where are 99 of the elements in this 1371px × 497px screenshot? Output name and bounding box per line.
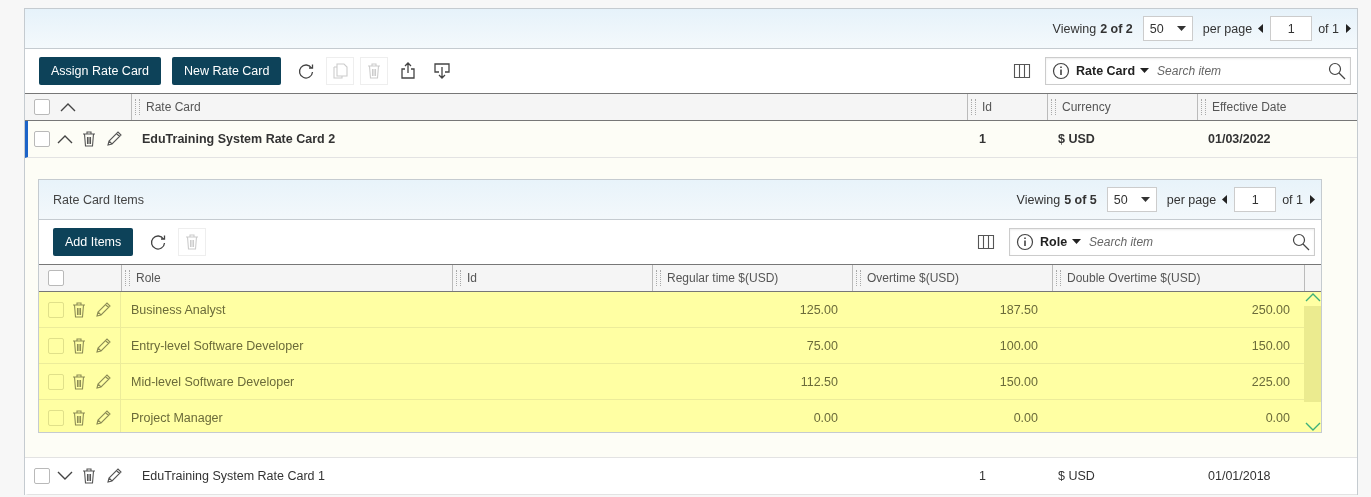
caret-icon — [1140, 196, 1150, 203]
trash-icon[interactable] — [70, 336, 88, 355]
info-icon — [1016, 233, 1034, 251]
row-checkbox[interactable] — [48, 373, 64, 390]
trash-icon[interactable] — [80, 130, 98, 148]
column-header[interactable]: Role — [121, 265, 452, 291]
table-cell-text: 250.00 — [1250, 302, 1291, 317]
collapse-icon[interactable] — [57, 134, 73, 144]
trash-icon[interactable] — [70, 372, 88, 391]
column-header[interactable]: Regular time $(USD) — [652, 265, 852, 291]
table-cell-text: EduTraining System Rate Card 1 — [141, 469, 326, 483]
info-icon — [1052, 62, 1070, 80]
pencil-icon[interactable] — [94, 372, 112, 391]
collapse-all-icon[interactable] — [60, 102, 76, 112]
trash-icon[interactable] — [70, 300, 88, 319]
search-icon[interactable] — [1328, 62, 1346, 80]
table-cell-text: 112.50 — [799, 374, 839, 389]
pencil-icon[interactable] — [105, 467, 123, 485]
table-cell-text: 75.00 — [805, 338, 839, 353]
toolbar-button[interactable]: Add Items — [53, 228, 134, 256]
trash-icon[interactable] — [80, 467, 98, 485]
select-all-checkbox[interactable] — [34, 99, 50, 115]
column-header[interactable]: Id — [967, 94, 1047, 120]
pencil-icon[interactable] — [94, 408, 112, 427]
caret-icon[interactable] — [1072, 239, 1082, 245]
page-field[interactable]: 1 — [1270, 16, 1313, 41]
table-cell-text: Business Analyst — [130, 302, 227, 317]
scroll-up-icon[interactable] — [1304, 292, 1321, 302]
scrollbar[interactable] — [1304, 292, 1321, 432]
row-checkbox[interactable] — [34, 468, 50, 484]
table-cell-text: 150.00 — [1250, 338, 1291, 353]
per-page-label: per page — [1202, 21, 1253, 36]
table-cell-text: $ USD — [1057, 132, 1096, 146]
table-cell-text: $ USD — [1057, 469, 1096, 483]
column-header[interactable]: Overtime $(USD) — [852, 265, 1052, 291]
viewing-label: Viewing — [1016, 192, 1061, 207]
per-page-select[interactable]: 50 — [1142, 16, 1193, 41]
toolbar-button[interactable]: Assign Rate Card — [39, 57, 161, 85]
table-row[interactable]: Mid-level Software Developer 112.50 150.00 225.00 — [39, 364, 1304, 400]
table-cell-text: 125.00 — [798, 302, 839, 317]
table-cell-text: 0.00 — [812, 410, 839, 425]
table-row[interactable]: EduTraining System Rate Card 1 1 $ USD 01/01/2018 — [25, 458, 1357, 495]
table-cell-text: 0.00 — [1264, 410, 1291, 425]
table-cell-text: 0.00 — [1012, 410, 1039, 425]
record-count: 2 of 2 — [1100, 21, 1133, 36]
table-cell-text: 01/01/2018 — [1207, 469, 1272, 483]
per-page-select[interactable]: 50 — [1106, 187, 1157, 212]
next-page-icon[interactable] — [1345, 24, 1351, 33]
scroll-down-icon[interactable] — [1304, 422, 1321, 432]
row-checkbox[interactable] — [48, 337, 64, 354]
table-row[interactable]: Entry-level Software Developer 75.00 100.00 150.00 — [39, 328, 1304, 364]
trash-icon[interactable] — [70, 408, 88, 427]
pencil-icon[interactable] — [105, 130, 123, 148]
select-all-checkbox[interactable] — [48, 270, 64, 286]
table-cell-text: Mid-level Software Developer — [130, 374, 296, 389]
page-total: of 1 — [1282, 192, 1303, 207]
column-header[interactable]: Effective Date — [1197, 94, 1357, 120]
search-icon[interactable] — [1292, 233, 1310, 251]
table-cell-text: Entry-level Software Developer — [130, 338, 305, 353]
table-cell-text: 1 — [978, 132, 987, 146]
table-cell-text: 150.00 — [998, 374, 1039, 389]
previous-page-icon[interactable] — [1258, 24, 1265, 33]
column-header[interactable]: Rate Card — [131, 94, 967, 120]
table-row[interactable]: EduTraining System Rate Card 2 1 $ USD 01/03/2022 — [25, 121, 1357, 158]
row-checkbox[interactable] — [34, 131, 50, 147]
caret-icon — [1176, 25, 1186, 32]
table-cell-text: 1 — [978, 469, 987, 483]
table-cell-text: 187.50 — [998, 302, 1039, 317]
table-cell-text: 225.00 — [1250, 374, 1291, 389]
row-checkbox[interactable] — [48, 301, 64, 318]
column-header[interactable]: Currency — [1047, 94, 1197, 120]
previous-page-icon[interactable] — [1222, 195, 1229, 204]
table-row[interactable]: Business Analyst 125.00 187.50 250.00 — [39, 292, 1304, 328]
table-row[interactable]: Project Manager 0.00 0.00 0.00 — [39, 400, 1304, 432]
toolbar-button[interactable]: New Rate Card — [171, 57, 282, 85]
search-column-dropdown[interactable]: Rate Card — [1076, 64, 1150, 78]
table-cell-text: 01/03/2022 — [1207, 132, 1272, 146]
next-page-icon[interactable] — [1309, 195, 1315, 204]
pencil-icon[interactable] — [94, 300, 112, 319]
search-field[interactable]: Rate Card Search item — [1045, 57, 1351, 85]
panel-title: Rate Card Items — [53, 192, 144, 207]
viewing-label: Viewing — [1052, 21, 1097, 36]
search-column-dropdown[interactable]: Role — [1040, 235, 1082, 249]
table-cell-text: 100.00 — [998, 338, 1039, 353]
column-header[interactable]: Id — [452, 265, 652, 291]
record-count: 5 of 5 — [1064, 192, 1097, 207]
columns-icon[interactable] — [977, 233, 995, 251]
page-total: of 1 — [1318, 21, 1339, 36]
page-field[interactable]: 1 — [1234, 187, 1277, 212]
table-cell-text: EduTraining System Rate Card 2 — [141, 132, 337, 146]
row-checkbox[interactable] — [48, 409, 64, 426]
columns-icon[interactable] — [1013, 62, 1031, 80]
per-page-label: per page — [1166, 192, 1217, 207]
caret-icon[interactable] — [1140, 68, 1150, 74]
pencil-icon[interactable] — [94, 336, 112, 355]
expand-icon[interactable] — [57, 471, 73, 481]
column-header[interactable]: Double Overtime $(USD) — [1052, 265, 1304, 291]
search-field[interactable]: Role Search item — [1009, 228, 1315, 256]
table-cell-text: Project Manager — [130, 410, 224, 425]
